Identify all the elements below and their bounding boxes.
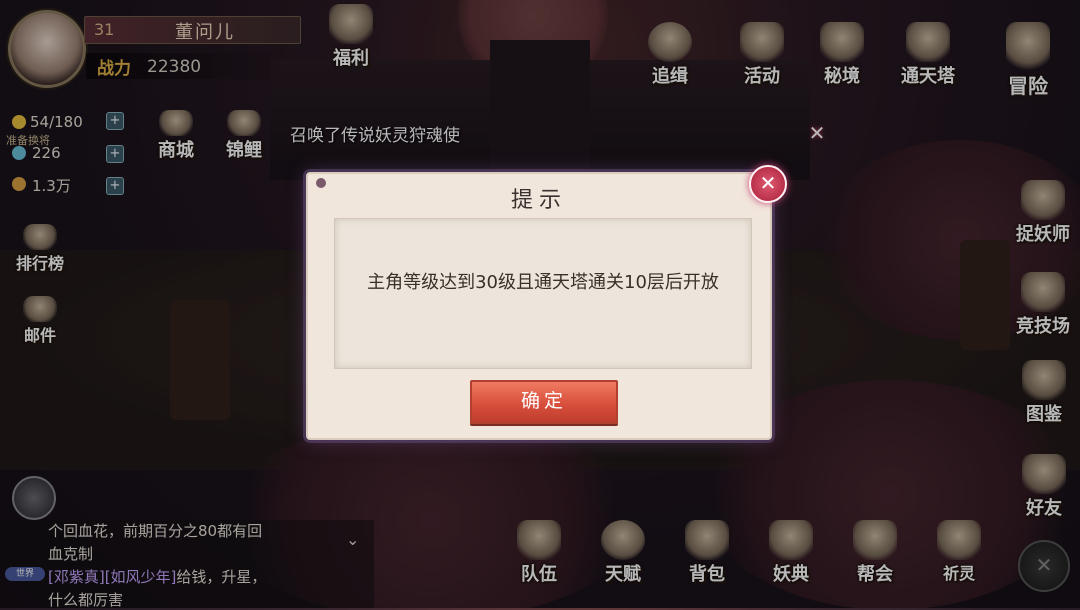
dialog-message: 主角等级达到30级且通天塔通关10层后开放 (367, 272, 719, 293)
dialog-body: 主角等级达到30级且通天塔通关10层后开放 (334, 218, 752, 369)
dialog-pin-icon (316, 178, 326, 188)
confirm-button[interactable]: 确定 (470, 380, 618, 424)
dialog-title: 提示 (510, 188, 567, 213)
dialog-close-icon[interactable]: ✕ (749, 165, 787, 203)
tip-dialog: 提示 主角等级达到30级且通天塔通关10层后开放 确定 (306, 172, 772, 440)
